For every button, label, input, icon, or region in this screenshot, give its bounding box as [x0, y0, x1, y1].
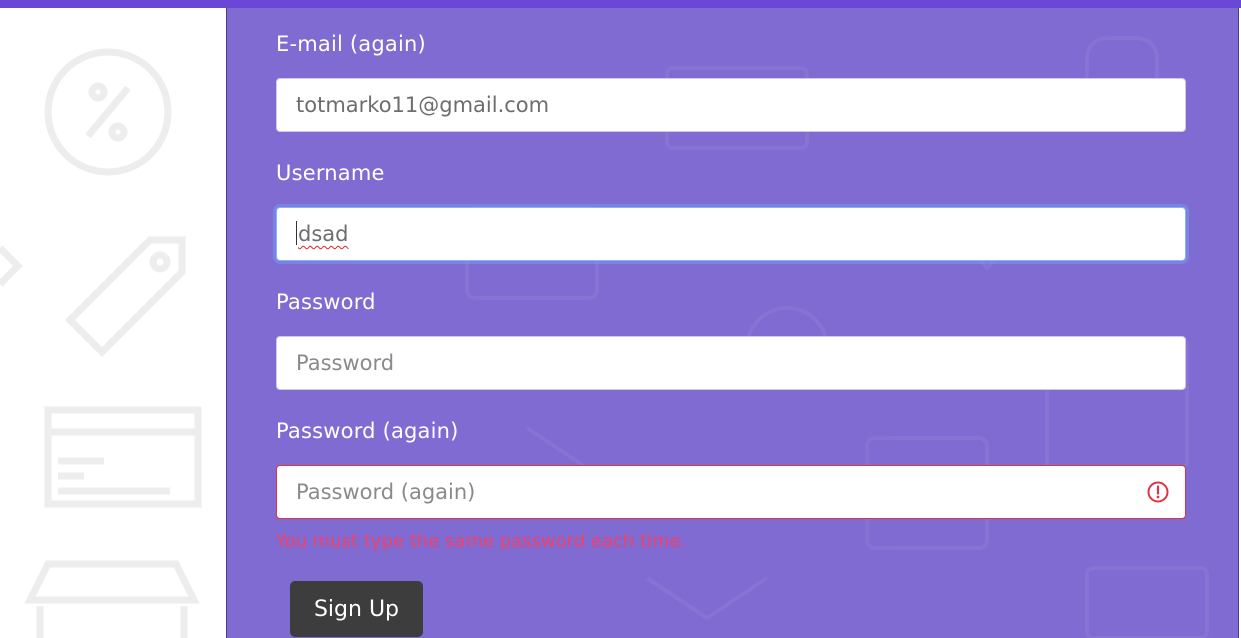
text-cursor [296, 221, 297, 245]
password-label: Password [276, 290, 376, 314]
shopping-pattern-icon [0, 48, 202, 638]
email-again-field[interactable]: totmarko11@gmail.com [276, 78, 1186, 132]
signup-form-panel: E-mail (again) totmarko11@gmail.com User… [226, 8, 1239, 638]
username-label: Username [276, 161, 385, 185]
error-alert-icon [1147, 481, 1169, 503]
password-again-placeholder: Password (again) [296, 480, 476, 504]
username-field[interactable]: dsad [276, 207, 1186, 261]
password-again-field[interactable]: Password (again) [276, 465, 1186, 519]
password-placeholder: Password [296, 351, 395, 375]
top-accent-bar [0, 0, 1241, 8]
sign-up-button[interactable]: Sign Up [290, 581, 423, 637]
email-again-label: E-mail (again) [276, 32, 426, 56]
email-again-value: totmarko11@gmail.com [296, 93, 550, 117]
password-again-label: Password (again) [276, 419, 459, 443]
username-value: dsad [298, 222, 349, 246]
password-mismatch-error: You must type the same password each tim… [276, 531, 687, 552]
password-field[interactable]: Password [276, 336, 1186, 390]
decorative-background [0, 8, 226, 638]
